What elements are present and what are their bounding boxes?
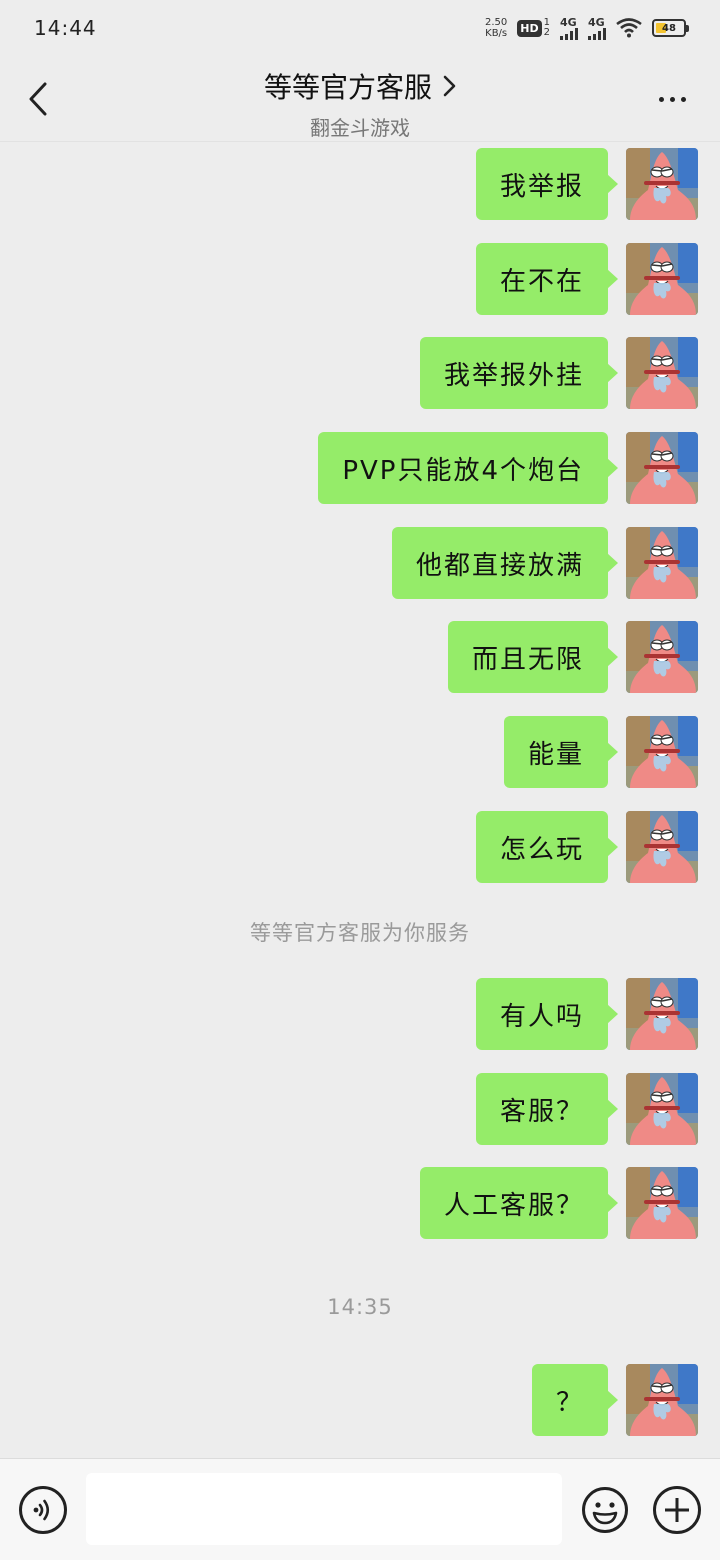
message-bubble[interactable]: 客服？ [475,1073,619,1145]
avatar-image [626,621,698,693]
avatar-image [626,1073,698,1145]
message-row: ？ [531,1363,698,1437]
avatar-image [626,716,698,788]
avatar[interactable] [626,811,698,883]
message-bubble[interactable]: 怎么玩 [475,811,619,883]
avatar[interactable] [626,527,698,599]
avatar[interactable] [626,337,698,409]
hd-sub-bottom: 2 [543,27,550,38]
hd-label: HD [517,19,542,37]
avatar[interactable] [626,978,698,1050]
chat-title-button[interactable]: 等等官方客服 [150,66,570,106]
message-input[interactable] [86,1473,562,1545]
message-row: 怎么玩 [475,810,698,884]
emoji-icon[interactable] [581,1486,629,1534]
voice-button[interactable] [19,1486,67,1534]
voice-icon [33,1499,50,1521]
wifi-icon [616,18,642,38]
title-area: 等等官方客服 翻金斗游戏 [150,66,570,141]
message-bubble[interactable]: ？ [531,1364,619,1436]
avatar[interactable] [626,1364,698,1436]
back-button[interactable] [18,76,58,122]
more-dots-icon [658,96,664,102]
signal-label-1: 4G [560,15,577,29]
chevron-left-icon [29,82,47,116]
more-dot [669,96,675,102]
plus-button[interactable] [653,1486,701,1534]
message-row: 在不在 [475,242,698,316]
network-speed: 2.50 KB/s [485,17,507,39]
more-dot [680,96,686,102]
input-bar [0,1458,720,1560]
avatar-image [626,978,698,1050]
signal-bars-2 [588,27,606,40]
message-bubble[interactable]: 而且无限 [447,621,619,693]
message-bubble[interactable]: 有人吗 [475,978,619,1050]
avatar[interactable] [626,1073,698,1145]
avatar-image [626,243,698,315]
avatar[interactable] [626,716,698,788]
battery-icon: 48 [652,19,689,37]
service-notice: 等等官方客服为你服务 [250,921,470,945]
avatar[interactable] [626,432,698,504]
message-row: 他都直接放满 [391,526,698,600]
message-bubble[interactable]: 能量 [503,716,619,788]
status-time: 14:44 [34,16,97,40]
message-bubble[interactable]: 我举报 [475,148,619,220]
network-speed-unit: KB/s [485,28,508,39]
avatar-image [626,811,698,883]
status-bar: 14:44 2.50 KB/s HD 1 2 4G 4G 48 [0,0,720,56]
signal-icon-1: 4G [560,17,578,40]
chevron-right-icon [443,75,456,97]
avatar[interactable] [626,243,698,315]
signal-label-2: 4G [588,15,605,29]
network-speed-value: 2.50 [485,17,508,28]
avatar-image [626,432,698,504]
signal-icon-2: 4G [588,17,606,40]
message-bubble[interactable]: 在不在 [475,243,619,315]
message-row: 有人吗 [475,977,698,1051]
message-bubble[interactable]: 他都直接放满 [391,527,619,599]
avatar-image [626,527,698,599]
message-bubble[interactable]: 人工客服？ [419,1167,619,1239]
message-row: PVP只能放4个炮台 [318,431,698,505]
message-row: 而且无限 [447,620,698,694]
message-bubble[interactable]: 我举报外挂 [419,337,619,409]
avatar-image [626,1364,698,1436]
message-row: 人工客服？ [419,1166,698,1240]
chat-area[interactable]: 我举报 在不在 我举报外挂 PVP只能放4个炮台 他都直接放满 而且无限 能量 … [0,143,720,1458]
hd-icon: HD 1 2 [517,18,550,38]
avatar[interactable] [626,1167,698,1239]
chat-title: 等等官方客服 [263,71,432,104]
signal-bars-1 [560,27,578,40]
message-row: 我举报 [475,147,698,221]
message-bubble[interactable]: PVP只能放4个炮台 [318,432,618,504]
hd-sim-numbers: 1 2 [544,18,550,38]
avatar-image [626,1167,698,1239]
avatar-image [626,337,698,409]
avatar[interactable] [626,621,698,693]
message-row: 客服？ [475,1072,698,1146]
battery-level: 48 [662,22,676,34]
avatar-image [626,148,698,220]
chat-subtitle: 翻金斗游戏 [310,116,410,140]
message-row: 我举报外挂 [419,336,698,410]
more-button[interactable] [652,84,692,114]
timestamp: 14:35 [327,1295,393,1319]
avatar[interactable] [626,148,698,220]
status-icons: 2.50 KB/s HD 1 2 4G 4G 48 [485,17,689,40]
message-row: 能量 [503,715,698,789]
chat-header: 等等官方客服 翻金斗游戏 [0,56,720,142]
